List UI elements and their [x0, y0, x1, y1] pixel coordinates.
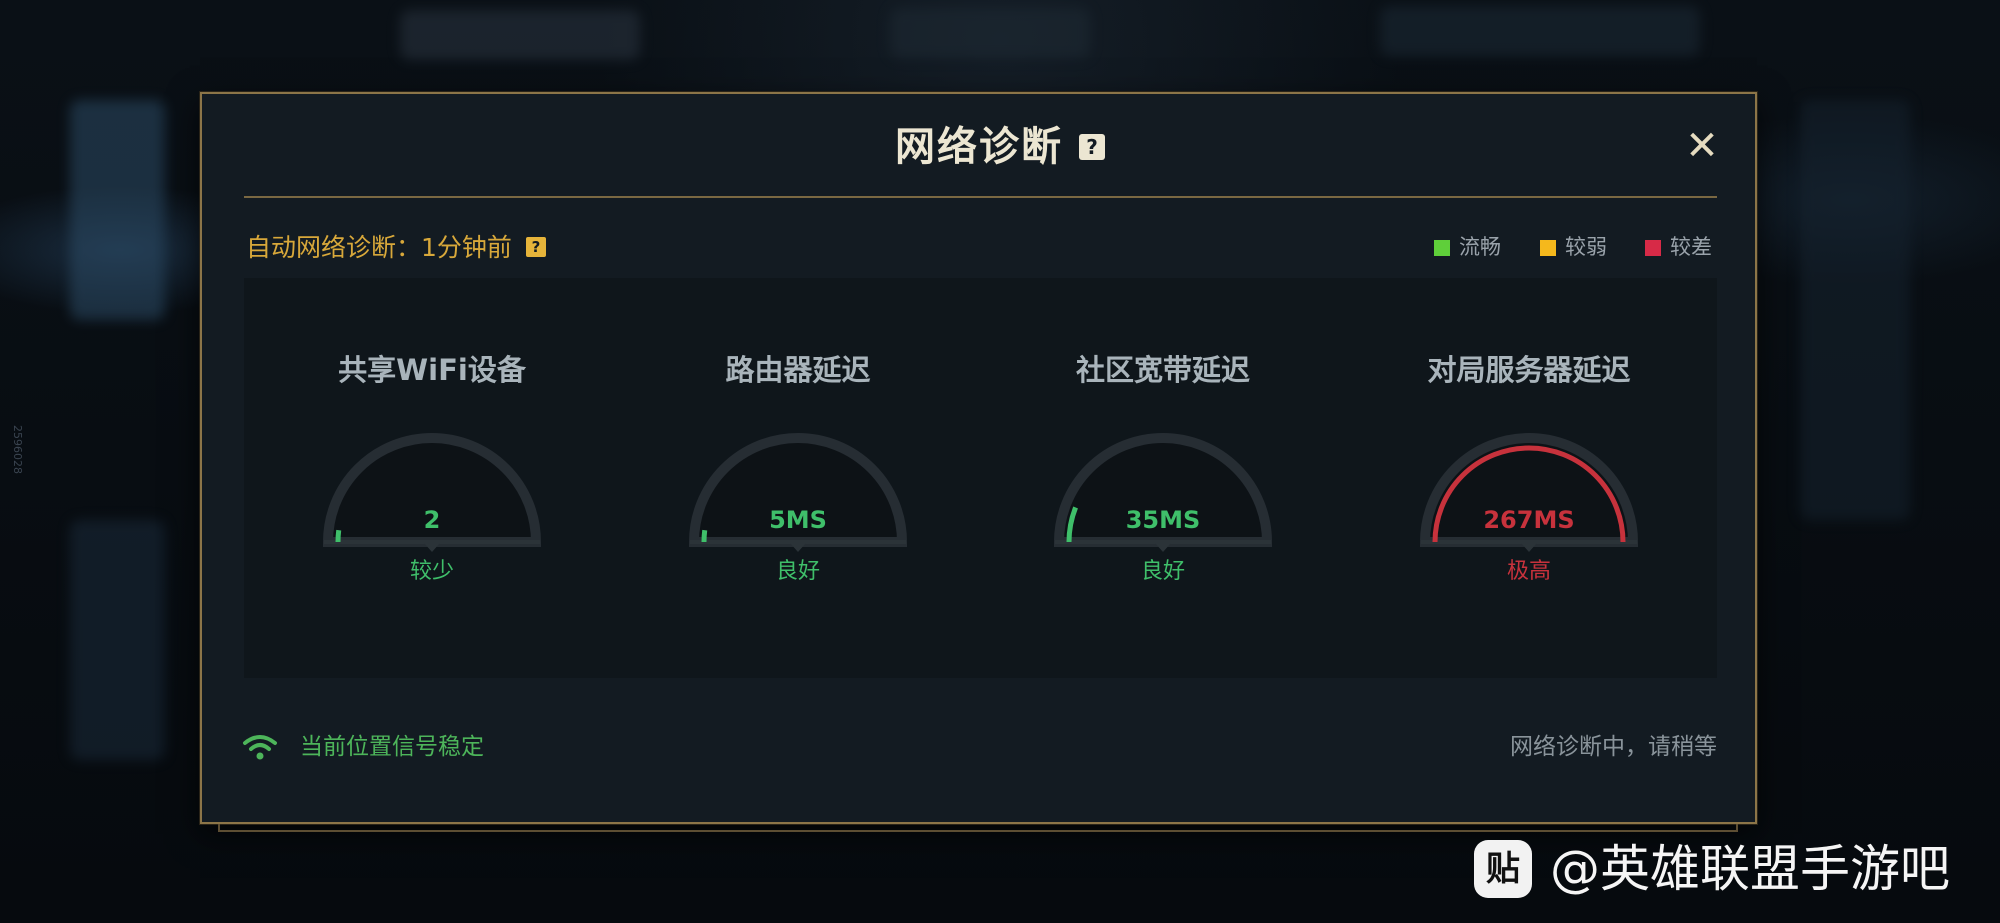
gauge-status: 良好 — [1140, 559, 1185, 584]
bg-items — [400, 10, 640, 60]
bg-score — [890, 8, 1090, 58]
metric-broadband-latency: 社区宽带延迟 35MS 良好 — [1023, 350, 1303, 600]
legend-item-weak: 较弱 — [1540, 232, 1607, 262]
auto-diagnosis-label: 自动网络诊断：1分钟前 — [246, 233, 512, 262]
bg-left-panel — [70, 520, 165, 760]
metric-title: 共享WiFi设备 — [338, 353, 526, 387]
tieba-logo-icon: 贴 — [1474, 840, 1532, 898]
gauge-value: 267MS — [1483, 506, 1575, 534]
bg-top-right — [1380, 6, 1700, 56]
legend-swatch-poor — [1645, 240, 1661, 256]
close-icon[interactable]: ✕ — [1684, 126, 1720, 166]
diagnosis-status-text: 网络诊断中，请稍等 — [1510, 734, 1717, 760]
metric-router-latency: 路由器延迟 5MS 良好 — [658, 350, 938, 600]
gauge-status: 较少 — [409, 559, 454, 584]
legend-label-smooth: 流畅 — [1459, 235, 1501, 259]
wifi-icon — [243, 735, 277, 760]
legend-label-weak: 较弱 — [1565, 235, 1607, 259]
legend-swatch-weak — [1540, 240, 1556, 256]
metric-server-latency: 对局服务器延迟 267MS 极高 — [1389, 350, 1669, 600]
gauge-pointer — [790, 543, 806, 552]
watermark-text: @英雄联盟手游吧 — [1550, 840, 1950, 898]
metric-title: 社区宽带延迟 — [1075, 353, 1250, 387]
title-divider — [244, 196, 1717, 198]
gauge-status: 良好 — [775, 559, 820, 584]
dialog-bottom-edge — [218, 824, 1738, 832]
gauge-pointer — [1155, 543, 1171, 552]
metric-shared-wifi: 共享WiFi设备 2 较少 — [292, 350, 572, 600]
legend-item-poor: 较差 — [1645, 232, 1712, 262]
auto-diagnosis-row: 自动网络诊断：1分钟前? — [246, 230, 546, 266]
legend-label-poor: 较差 — [1670, 235, 1712, 259]
gauge-value: 5MS — [769, 506, 827, 534]
gauge-pointer — [424, 543, 440, 552]
gauge-value: 35MS — [1125, 506, 1201, 534]
gauge-value: 2 — [423, 506, 441, 534]
dialog-title-text: 网络诊断 — [895, 123, 1063, 170]
side-id-text: 2596028 — [11, 425, 24, 474]
help-icon[interactable]: ? — [1079, 133, 1105, 160]
legend-item-smooth: 流畅 — [1434, 232, 1501, 262]
gauge-pointer — [1521, 543, 1537, 552]
legend-swatch-smooth — [1434, 240, 1450, 256]
signal-status-text: 当前位置信号稳定 — [300, 734, 484, 760]
gauge-status: 极高 — [1506, 559, 1551, 584]
metric-title: 路由器延迟 — [725, 353, 871, 387]
auto-diagnosis-help-icon[interactable]: ? — [525, 237, 546, 257]
metric-title: 对局服务器延迟 — [1427, 353, 1631, 387]
